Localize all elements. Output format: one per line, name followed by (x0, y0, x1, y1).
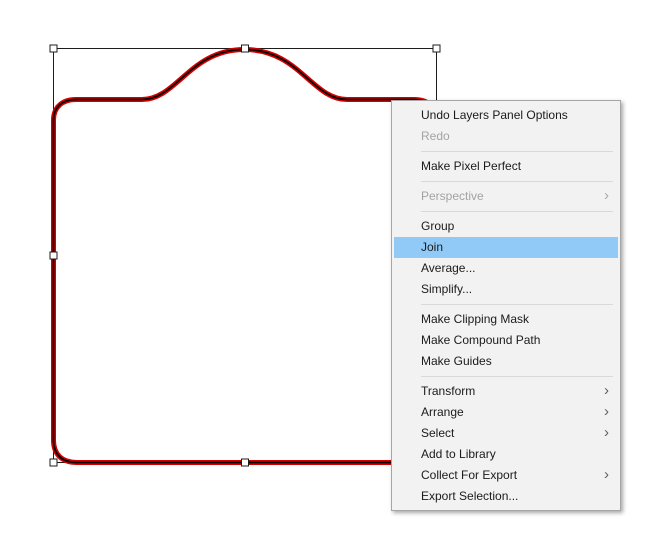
menu-separator (421, 181, 613, 182)
menu-item-make-guides[interactable]: Make Guides (394, 351, 618, 372)
submenu-arrow-icon: › (604, 382, 609, 399)
submenu-arrow-icon: › (604, 424, 609, 441)
menu-separator (421, 304, 613, 305)
menu-item-perspective[interactable]: Perspective › (394, 186, 618, 207)
menu-item-undo[interactable]: Undo Layers Panel Options (394, 105, 618, 126)
menu-item-label: Transform (421, 384, 476, 398)
menu-item-label: Group (421, 219, 455, 233)
menu-item-group[interactable]: Group (394, 216, 618, 237)
selection-handle[interactable] (49, 458, 58, 467)
menu-item-label: Add to Library (421, 447, 496, 461)
submenu-arrow-icon: › (604, 403, 609, 420)
illustrator-artboard[interactable]: Undo Layers Panel Options Redo Make Pixe… (0, 0, 661, 544)
menu-item-label: Join (421, 240, 444, 254)
menu-separator (421, 211, 613, 212)
menu-item-select[interactable]: Select › (394, 423, 618, 444)
menu-item-collect-for-export[interactable]: Collect For Export › (394, 465, 618, 486)
menu-item-add-to-library[interactable]: Add to Library (394, 444, 618, 465)
menu-item-label: Simplify... (421, 282, 473, 296)
menu-item-label: Redo (421, 129, 450, 143)
submenu-arrow-icon: › (604, 187, 609, 204)
menu-item-join[interactable]: Join (394, 237, 618, 258)
menu-item-label: Make Pixel Perfect (421, 159, 522, 173)
menu-item-label: Export Selection... (421, 489, 519, 503)
menu-separator (421, 376, 613, 377)
menu-separator (421, 151, 613, 152)
menu-item-make-compound-path[interactable]: Make Compound Path (394, 330, 618, 351)
menu-item-export-selection[interactable]: Export Selection... (394, 486, 618, 507)
menu-item-label: Collect For Export (421, 468, 518, 482)
shape-path-selection-outline (52, 48, 438, 464)
menu-item-simplify[interactable]: Simplify... (394, 279, 618, 300)
menu-item-label: Make Compound Path (421, 333, 541, 347)
selection-bounding-box (53, 48, 437, 463)
menu-item-transform[interactable]: Transform › (394, 381, 618, 402)
selection-handle[interactable] (49, 44, 58, 53)
menu-item-label: Select (421, 426, 455, 440)
menu-item-label: Make Guides (421, 354, 492, 368)
selection-handle[interactable] (49, 251, 58, 260)
menu-item-average[interactable]: Average... (394, 258, 618, 279)
menu-item-label: Undo Layers Panel Options (421, 108, 568, 122)
menu-item-make-pixel-perfect[interactable]: Make Pixel Perfect (394, 156, 618, 177)
menu-item-label: Average... (421, 261, 476, 275)
selection-handle[interactable] (241, 44, 249, 53)
menu-item-redo[interactable]: Redo (394, 126, 618, 147)
context-menu: Undo Layers Panel Options Redo Make Pixe… (391, 100, 621, 511)
menu-item-label: Perspective (421, 189, 484, 203)
submenu-arrow-icon: › (604, 466, 609, 483)
selection-handle[interactable] (432, 44, 441, 53)
menu-item-make-clipping-mask[interactable]: Make Clipping Mask (394, 309, 618, 330)
menu-item-arrange[interactable]: Arrange › (394, 402, 618, 423)
menu-item-label: Arrange (421, 405, 464, 419)
selection-handle[interactable] (241, 458, 249, 467)
menu-item-label: Make Clipping Mask (421, 312, 530, 326)
shape-path[interactable] (51, 47, 439, 465)
